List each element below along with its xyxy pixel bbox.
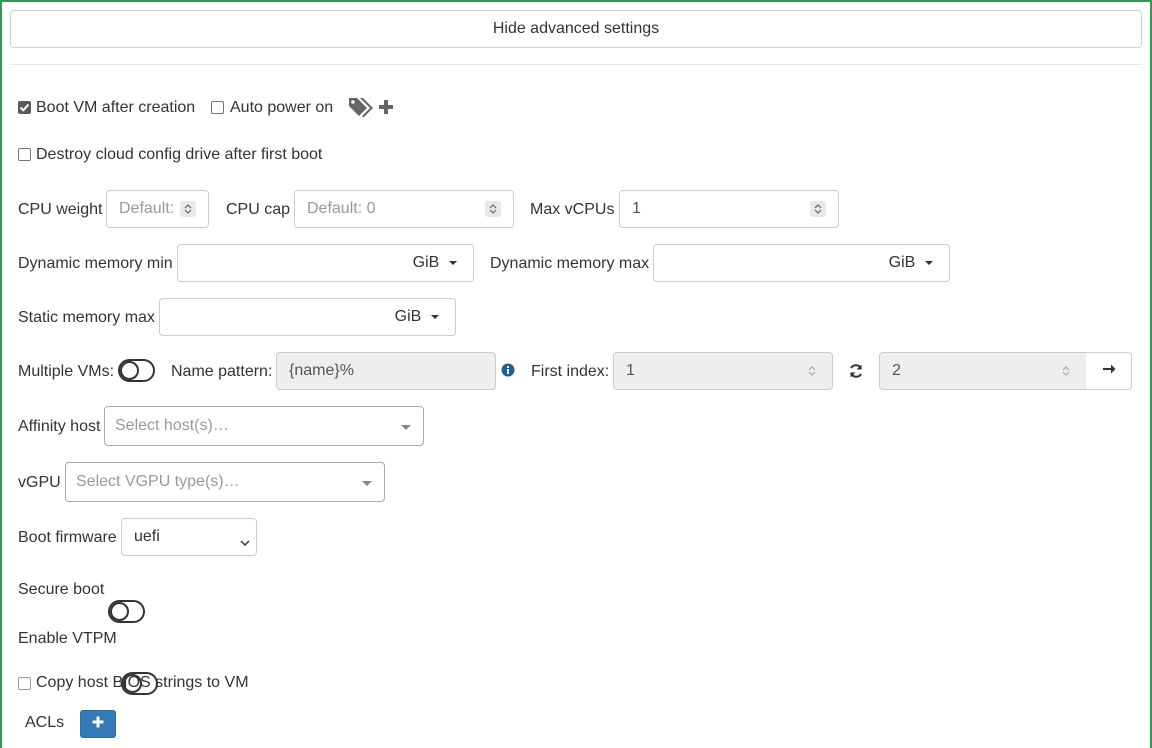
max-vcpus-label: Max vCPUs [530,201,615,218]
arrow-right-icon [1102,362,1116,381]
spinner-icon[interactable] [180,201,196,217]
acls-label: ACLs [25,714,65,731]
vgpu-label: vGPU [18,474,61,491]
copy-bios-checkbox[interactable] [18,677,31,690]
spinner-icon[interactable] [804,363,820,379]
first-index-input[interactable]: 1 [613,352,833,390]
vgpu-select[interactable]: Select VGPU type(s)… [65,462,385,502]
dynamic-memory-min-unit-dropdown[interactable]: GiB [397,244,474,282]
caret-down-icon [449,261,458,265]
spinner-icon[interactable] [1058,363,1074,379]
toggle-knob [110,602,129,621]
secure-boot-toggle[interactable] [108,600,145,623]
boot-firmware-label: Boot firmware [18,529,117,546]
affinity-host-select[interactable]: Select host(s)… [104,406,424,446]
static-memory-max-unit-dropdown[interactable]: GiB [379,298,456,336]
hide-advanced-settings-button[interactable]: Hide advanced settings [10,10,1142,48]
add-acl-button[interactable] [80,710,116,738]
destroy-cloud-config-label: Destroy cloud config drive after first b… [36,146,323,163]
multiple-vms-toggle[interactable] [118,359,155,382]
max-vcpus-input[interactable]: 1 [619,190,839,228]
first-index-label: First index: [531,363,610,380]
dynamic-memory-min-label: Dynamic memory min [18,255,173,272]
refresh-icon[interactable] [848,363,864,384]
advanced-settings-panel: Hide advanced settings Boot VM after cre… [0,0,1152,748]
cpu-cap-input[interactable]: Default: 0 [294,190,514,228]
divider [10,64,1142,65]
auto-power-on-label: Auto power on [230,99,334,116]
apply-count-button[interactable] [1086,352,1132,390]
cpu-cap-label: CPU cap [226,201,291,218]
dynamic-memory-max-input[interactable] [653,244,874,282]
multiple-vms-label: Multiple VMs: [18,363,115,380]
hide-advanced-settings-label: Hide advanced settings [492,20,660,37]
vm-count-input[interactable]: 2 [879,352,1087,390]
boot-firmware-select[interactable]: uefi [121,518,257,556]
vtpm-label: Enable VTPM [18,630,117,647]
secure-boot-label: Secure boot [18,581,105,598]
dynamic-memory-min-input[interactable] [177,244,398,282]
info-icon[interactable] [501,363,515,382]
dropdown-arrow-icon [362,481,372,486]
spinner-icon[interactable] [810,201,826,217]
dynamic-memory-max-unit-dropdown[interactable]: GiB [873,244,950,282]
chevron-down-icon [240,534,250,552]
auto-power-on-checkbox[interactable] [211,101,224,114]
dropdown-arrow-icon [401,425,411,430]
plus-icon [92,715,104,733]
tags-icon[interactable] [348,96,376,125]
caret-down-icon [925,261,934,265]
plus-icon[interactable] [378,99,394,120]
static-memory-max-input[interactable] [159,298,380,336]
destroy-cloud-config-checkbox[interactable] [18,148,31,161]
caret-down-icon [431,315,440,319]
name-pattern-input[interactable]: {name}% [276,352,496,390]
dynamic-memory-max-label: Dynamic memory max [490,255,650,272]
affinity-host-label: Affinity host [18,418,101,435]
name-pattern-label: Name pattern: [171,363,273,380]
static-memory-max-label: Static memory max [18,309,155,326]
spinner-icon[interactable] [485,201,501,217]
cpu-weight-label: CPU weight [18,201,103,218]
toggle-knob [120,361,139,380]
boot-vm-checkbox[interactable] [18,101,31,114]
copy-bios-label: Copy host BIOS strings to VM [36,674,249,691]
boot-vm-label: Boot VM after creation [36,99,196,116]
cpu-weight-input[interactable]: Default: [106,190,209,228]
